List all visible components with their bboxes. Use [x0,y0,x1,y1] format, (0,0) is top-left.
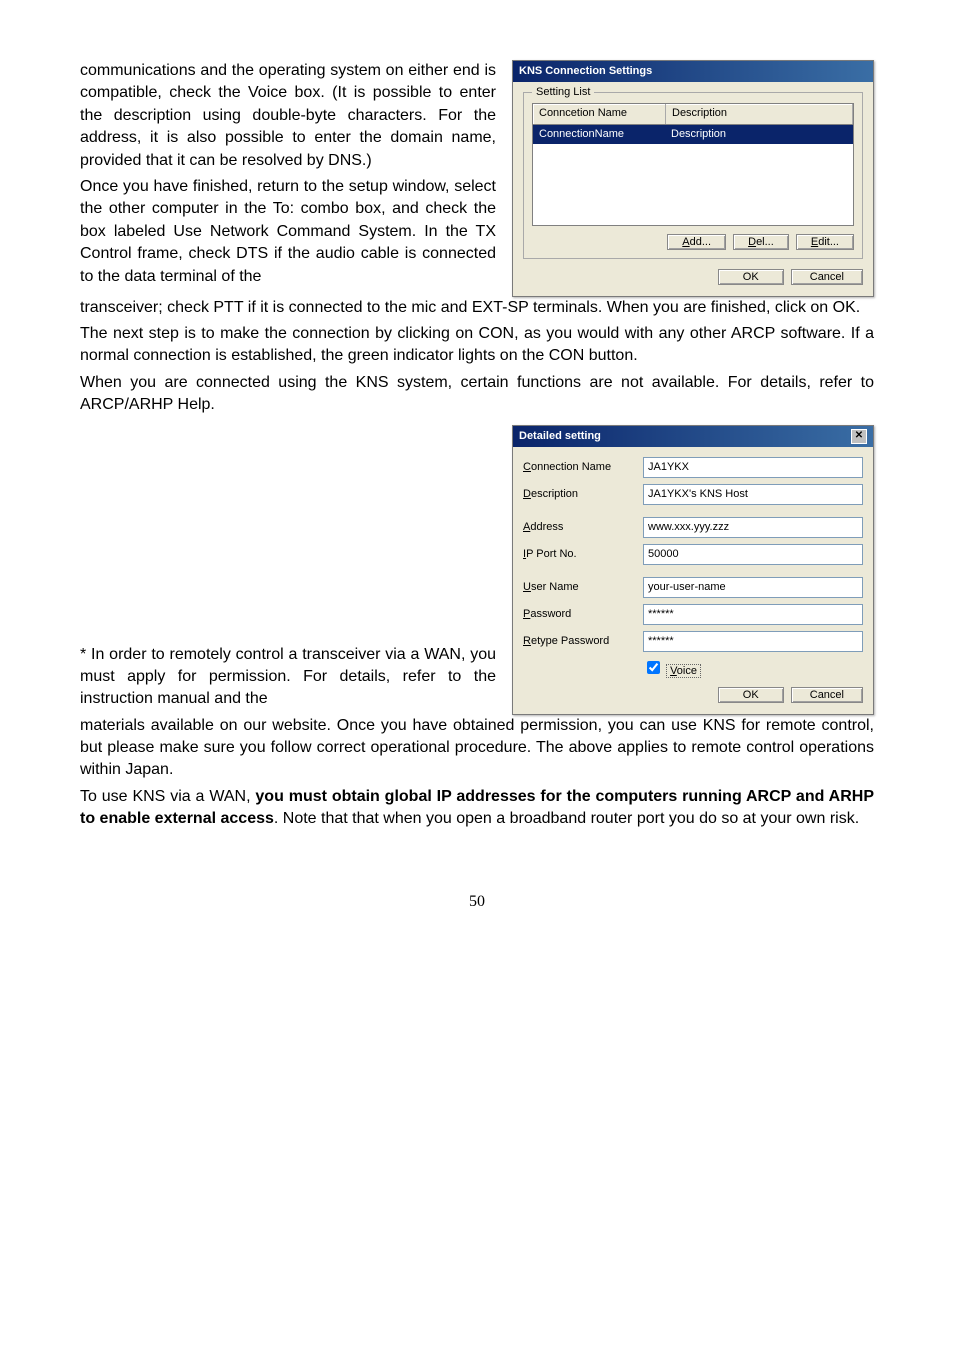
list-item-desc: Description [665,126,853,143]
del-button[interactable]: Del... [733,234,789,250]
connection-name-input[interactable] [643,457,863,478]
body-text: communications and the operating system … [80,60,496,172]
dialog-title: KNS Connection Settings [519,64,652,79]
edit-button[interactable]: Edit... [796,234,854,250]
kns-settings-dialog: KNS Connection Settings Setting List Con… [512,60,874,297]
voice-label: Voice [666,664,701,678]
ipport-label: IP Port No. [523,547,643,562]
address-label: Address [523,520,643,535]
close-icon[interactable]: ✕ [851,429,867,444]
password-label: Password [523,607,643,622]
body-text: When you are connected using the KNS sys… [80,372,874,417]
retype-label: Retype Password [523,634,643,649]
body-text: The next step is to make the connection … [80,323,874,368]
col-connection-name[interactable]: Conncetion Name [533,104,666,123]
username-label: User Name [523,580,643,595]
col-description[interactable]: Description [666,104,853,123]
body-text: transceiver; check PTT if it is connecte… [80,297,874,319]
list-header: Conncetion Name Description [532,103,854,124]
ipport-input[interactable] [643,544,863,565]
connection-name-label: Connection Name [523,460,643,475]
body-text: Once you have finished, return to the se… [80,176,496,288]
address-input[interactable] [643,517,863,538]
detailed-setting-dialog: Detailed setting ✕ Connection Name Descr… [512,425,874,715]
groupbox-label: Setting List [532,85,594,100]
retype-input[interactable] [643,631,863,652]
cancel-button[interactable]: Cancel [791,687,863,703]
username-input[interactable] [643,577,863,598]
list-item[interactable]: ConnectionName Description [533,125,853,144]
voice-checkbox[interactable] [647,661,660,674]
body-text: * In order to remotely control a transce… [80,644,496,711]
page-number: 50 [80,891,874,913]
cancel-button[interactable]: Cancel [791,269,863,285]
body-text: To use KNS via a WAN, you must obtain gl… [80,786,874,831]
description-input[interactable] [643,484,863,505]
setting-list[interactable]: ConnectionName Description [532,125,854,226]
list-item-name: ConnectionName [533,126,665,143]
password-input[interactable] [643,604,863,625]
add-button[interactable]: Add... [667,234,726,250]
body-text: materials available on our website. Once… [80,715,874,782]
dialog-title: Detailed setting [519,429,601,444]
ok-button[interactable]: OK [718,269,784,285]
ok-button[interactable]: OK [718,687,784,703]
description-label: Description [523,487,643,502]
